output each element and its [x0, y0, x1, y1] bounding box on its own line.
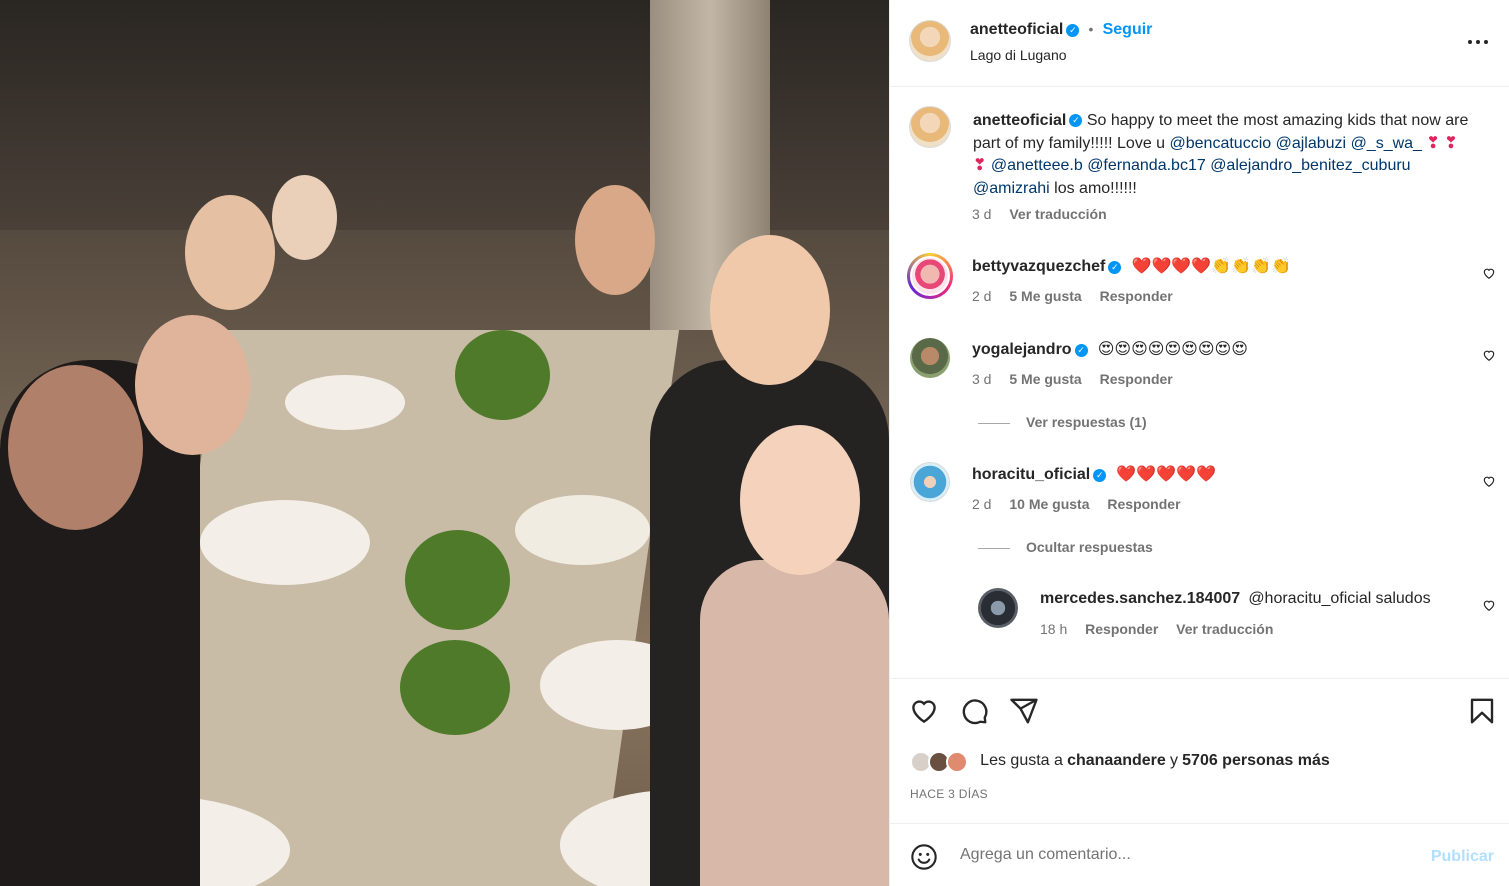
comment-text: 😍😍😍😍😍😍😍😍😍 — [1097, 341, 1248, 358]
avatar[interactable] — [909, 20, 951, 62]
comment-username[interactable]: yogalejandro — [972, 341, 1072, 358]
person-face — [185, 195, 275, 310]
post-side-panel: anetteoficial ✓ • Seguir Lago di Lugano a… — [890, 0, 1509, 886]
mention-link[interactable]: @_s_wa_ — [1351, 135, 1422, 152]
comment-bar: Agrega un comentario... Publicar — [890, 823, 1509, 886]
comment-icon[interactable] — [959, 696, 989, 726]
avatar[interactable] — [978, 588, 1018, 628]
person-face — [710, 235, 830, 385]
comment-username[interactable]: bettyvazquezchef — [972, 258, 1105, 275]
reply-button[interactable]: Responder — [1100, 288, 1173, 304]
comment-likes[interactable]: 10 Me gusta — [1009, 496, 1089, 512]
author-username[interactable]: anetteoficial — [970, 21, 1063, 38]
person-face — [740, 425, 860, 575]
plate — [200, 500, 370, 585]
likes-summary: Les gusta a chanaandere y 5706 personas … — [910, 749, 1330, 773]
publish-button[interactable]: Publicar — [1431, 848, 1494, 866]
likes-prefix: Les gusta a — [980, 751, 1063, 769]
reply-time[interactable]: 18 h — [1040, 621, 1067, 637]
mention-link[interactable]: @ajlabuzi — [1276, 135, 1347, 152]
share-icon[interactable] — [1009, 696, 1039, 726]
comment-username[interactable]: horacitu_oficial — [972, 466, 1090, 483]
reply-username[interactable]: mercedes.sanchez.184007 — [1040, 590, 1240, 607]
comments-area[interactable]: anetteoficial ✓ So happy to meet the most… — [890, 88, 1509, 678]
heart-icon[interactable] — [909, 696, 939, 726]
comment-input[interactable]: Agrega un comentario... — [960, 846, 1131, 864]
comment-likes[interactable]: 5 Me gusta — [1009, 371, 1081, 387]
likes-count[interactable]: 5706 personas más — [1182, 752, 1330, 769]
heart-icon[interactable] — [1482, 348, 1496, 362]
heart-icon[interactable] — [1482, 598, 1496, 612]
plate — [285, 375, 405, 430]
reply-button[interactable]: Responder — [1107, 496, 1180, 512]
heart-icon[interactable] — [1482, 474, 1496, 488]
mention-link[interactable]: @alejandro_benitez_cuburu — [1210, 157, 1410, 174]
verified-icon: ✓ — [1093, 468, 1107, 482]
replies-line — [978, 422, 1010, 424]
comment-time[interactable]: 2 d — [972, 288, 991, 304]
comment-text: ❤️❤️❤️❤️❤️ — [1116, 466, 1217, 483]
view-replies-button[interactable]: Ver respuestas (1) — [978, 414, 1147, 430]
avatar[interactable] — [909, 106, 951, 148]
mention-link[interactable]: @bencatuccio — [1170, 135, 1272, 152]
post-actions: Les gusta a chanaandere y 5706 personas … — [890, 678, 1509, 824]
verified-icon: ✓ — [1074, 343, 1088, 357]
liker-avatars[interactable] — [910, 749, 976, 773]
comment-time[interactable]: 2 d — [972, 496, 991, 512]
avatar[interactable] — [910, 462, 950, 502]
plant — [400, 640, 510, 735]
bookmark-icon[interactable] — [1467, 696, 1497, 726]
person-hoodie — [700, 560, 889, 886]
person-face — [135, 315, 250, 455]
person-face — [8, 365, 143, 530]
more-icon[interactable] — [1467, 32, 1489, 52]
plant — [455, 330, 550, 420]
person-face — [575, 185, 655, 295]
post-photo[interactable] — [0, 0, 889, 886]
reply-text: saludos — [1375, 590, 1431, 607]
verified-icon: ✓ — [1066, 23, 1080, 37]
mention-link[interactable]: @horacitu_oficial — [1248, 590, 1371, 607]
mention-link[interactable]: @amizrahi — [973, 180, 1050, 197]
emoji-icon[interactable] — [910, 843, 938, 871]
caption-time[interactable]: 3 d — [972, 206, 991, 222]
comment-time[interactable]: 3 d — [972, 371, 991, 387]
liker-username[interactable]: chanaandere — [1067, 752, 1166, 769]
caption-username[interactable]: anetteoficial — [973, 112, 1066, 129]
comment-text: ❤️❤️❤️❤️👏👏👏👏 — [1131, 258, 1291, 275]
mention-link[interactable]: @anetteee.b — [991, 157, 1083, 174]
comment-likes[interactable]: 5 Me gusta — [1009, 288, 1081, 304]
post-location[interactable]: Lago di Lugano — [970, 47, 1067, 63]
avatar[interactable] — [907, 253, 953, 299]
avatar[interactable] — [910, 338, 950, 378]
translate-link[interactable]: Ver traducción — [1009, 206, 1106, 222]
caption-text-end: los amo!!!!!! — [1054, 179, 1137, 197]
post-date[interactable]: HACE 3 DÍAS — [910, 787, 988, 801]
person-face — [272, 175, 337, 260]
post-header: anetteoficial ✓ • Seguir Lago di Lugano — [890, 0, 1509, 87]
separator: • — [1088, 21, 1094, 37]
follow-button[interactable]: Seguir — [1103, 21, 1153, 38]
salad-bowl — [515, 495, 650, 565]
replies-line — [978, 547, 1010, 549]
verified-icon: ✓ — [1108, 260, 1122, 274]
mention-link[interactable]: @fernanda.bc17 — [1087, 157, 1206, 174]
translate-link[interactable]: Ver traducción — [1176, 621, 1273, 637]
reply-button[interactable]: Responder — [1100, 371, 1173, 387]
caption: anetteoficial ✓ So happy to meet the most… — [973, 110, 1473, 200]
verified-icon: ✓ — [1069, 114, 1083, 128]
reply-button[interactable]: Responder — [1085, 621, 1158, 637]
hide-replies-button[interactable]: Ocultar respuestas — [978, 539, 1153, 555]
likes-connector: y — [1169, 751, 1178, 769]
plant — [405, 530, 510, 630]
heart-icon[interactable] — [1482, 266, 1496, 280]
